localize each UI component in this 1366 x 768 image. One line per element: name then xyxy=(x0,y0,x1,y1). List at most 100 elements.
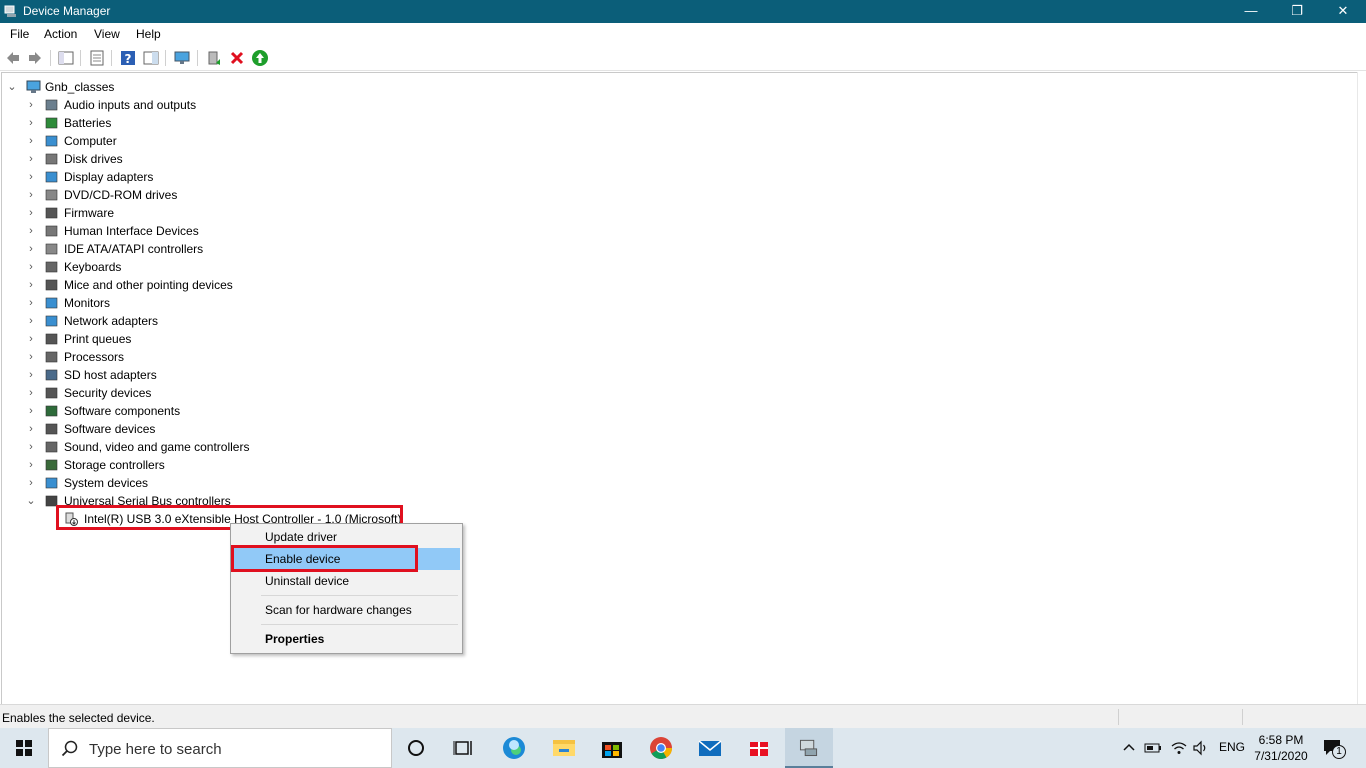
chevron-right-icon[interactable]: › xyxy=(26,456,36,474)
properties-menu-item[interactable]: Properties xyxy=(233,628,460,650)
taskbar-search-box[interactable]: Type here to search xyxy=(48,728,392,768)
disk-drive-icon xyxy=(45,153,58,165)
chevron-right-icon[interactable]: › xyxy=(26,384,36,402)
speaker-icon xyxy=(45,99,58,111)
cortana-icon[interactable] xyxy=(392,728,440,768)
chevron-right-icon[interactable]: › xyxy=(26,420,36,438)
menu-file[interactable]: File xyxy=(10,27,29,41)
maximize-button[interactable]: ❐ xyxy=(1274,0,1320,23)
chrome-icon[interactable] xyxy=(637,728,685,768)
chevron-right-icon[interactable]: › xyxy=(26,312,36,330)
chevron-right-icon[interactable]: › xyxy=(26,186,36,204)
chevron-down-icon[interactable]: ⌄ xyxy=(7,78,17,96)
task-view-icon[interactable] xyxy=(440,728,488,768)
tree-category-row[interactable]: › Sound, video and game controllers xyxy=(2,438,322,456)
action-pane-icon[interactable] xyxy=(142,49,160,67)
chevron-right-icon[interactable]: › xyxy=(26,276,36,294)
monitor-icon[interactable] xyxy=(173,49,191,67)
chevron-right-icon[interactable]: › xyxy=(26,366,36,384)
chevron-right-icon[interactable]: › xyxy=(26,204,36,222)
close-button[interactable]: ✕ xyxy=(1320,0,1366,23)
tree-category-row[interactable]: › Security devices xyxy=(2,384,322,402)
tree-category-row[interactable]: › Network adapters xyxy=(2,312,322,330)
store-icon[interactable] xyxy=(588,728,636,768)
clock[interactable]: 6:58 PM 7/31/2020 xyxy=(1246,732,1316,764)
chevron-right-icon[interactable]: › xyxy=(26,330,36,348)
tree-category-label: Network adapters xyxy=(64,314,159,328)
tree-category-row[interactable]: › Print queues xyxy=(2,330,322,348)
tree-category-label: Processors xyxy=(64,350,125,364)
processor-icon xyxy=(45,351,58,363)
chevron-right-icon[interactable]: › xyxy=(26,150,36,168)
tree-category-row[interactable]: › Audio inputs and outputs xyxy=(2,96,322,114)
battery-icon[interactable] xyxy=(1144,742,1162,754)
tree-category-row[interactable]: › Monitors xyxy=(2,294,322,312)
chevron-right-icon[interactable]: › xyxy=(26,474,36,492)
device-manager-taskbar-icon[interactable] xyxy=(785,728,833,768)
notification-center-button[interactable]: 1 xyxy=(1322,738,1346,760)
menu-view[interactable]: View xyxy=(94,27,120,41)
tree-category-row[interactable]: › Mice and other pointing devices xyxy=(2,276,322,294)
tree-category-row[interactable]: › Storage controllers xyxy=(2,456,322,474)
tree-category-row[interactable]: › Disk drives xyxy=(2,150,322,168)
chevron-right-icon[interactable]: › xyxy=(26,240,36,258)
scan-hardware-menu-item[interactable]: Scan for hardware changes xyxy=(233,599,460,621)
properties-icon[interactable] xyxy=(88,49,106,67)
chevron-right-icon[interactable]: › xyxy=(26,294,36,312)
gift-icon[interactable] xyxy=(735,728,783,768)
chevron-right-icon[interactable]: › xyxy=(26,114,36,132)
wifi-icon[interactable] xyxy=(1170,740,1188,756)
chevron-right-icon[interactable]: › xyxy=(26,96,36,114)
chevron-right-icon[interactable]: › xyxy=(26,132,36,150)
tree-category-row[interactable]: › Batteries xyxy=(2,114,322,132)
forward-arrow-icon[interactable] xyxy=(26,49,44,67)
chevron-right-icon[interactable]: › xyxy=(26,168,36,186)
computer-icon xyxy=(45,135,58,147)
language-indicator[interactable]: ENG xyxy=(1219,740,1245,756)
chevron-right-icon[interactable]: › xyxy=(26,348,36,366)
file-explorer-icon[interactable] xyxy=(540,728,588,768)
windows-start-icon[interactable] xyxy=(0,728,48,768)
tree-category-row[interactable]: › Firmware xyxy=(2,204,322,222)
tree-category-row[interactable]: › Processors xyxy=(2,348,322,366)
menu-action[interactable]: Action xyxy=(44,27,77,41)
show-hide-tree-icon[interactable] xyxy=(57,49,75,67)
tree-category-row[interactable]: › Computer xyxy=(2,132,322,150)
chevron-right-icon[interactable]: › xyxy=(26,258,36,276)
tree-root[interactable]: ⌄ Gnb_classes xyxy=(2,78,202,96)
back-arrow-icon[interactable] xyxy=(4,49,22,67)
chevron-down-icon[interactable]: ⌄ xyxy=(26,492,36,510)
edge-icon[interactable] xyxy=(490,728,538,768)
enable-device-icon[interactable] xyxy=(251,49,269,67)
toolbar-separator xyxy=(165,50,166,66)
tree-category-row[interactable]: › Keyboards xyxy=(2,258,322,276)
chevron-right-icon[interactable]: › xyxy=(26,222,36,240)
chevron-right-icon[interactable]: › xyxy=(26,402,36,420)
tree-category-row[interactable]: › Human Interface Devices xyxy=(2,222,322,240)
tree-category-row[interactable]: › SD host adapters xyxy=(2,366,322,384)
search-placeholder: Type here to search xyxy=(89,741,222,758)
update-driver-icon[interactable] xyxy=(205,49,223,67)
tree-category-label: Mice and other pointing devices xyxy=(64,278,233,292)
tree-category-label: Print queues xyxy=(64,332,132,346)
menu-help[interactable]: Help xyxy=(136,27,161,41)
tree-category-row[interactable]: › Display adapters xyxy=(2,168,322,186)
volume-icon[interactable] xyxy=(1192,740,1210,756)
tree-category-row[interactable]: › Software devices xyxy=(2,420,322,438)
help-icon[interactable]: ? xyxy=(119,49,137,67)
minimize-button[interactable]: — xyxy=(1228,0,1274,23)
uninstall-icon[interactable] xyxy=(228,49,246,67)
uninstall-device-menu-item[interactable]: Uninstall device xyxy=(233,570,460,592)
taskbar: Type here to search ENG 6:58 PM 7/31/202… xyxy=(0,728,1366,768)
tree-category-row[interactable]: › IDE ATA/ATAPI controllers xyxy=(2,240,322,258)
tree-category-label: Human Interface Devices xyxy=(64,224,199,238)
mail-icon[interactable] xyxy=(686,728,734,768)
tree-category-label: Firmware xyxy=(64,206,114,220)
show-hidden-icons[interactable] xyxy=(1120,728,1138,768)
network-adapter-icon xyxy=(45,315,58,327)
chevron-right-icon[interactable]: › xyxy=(26,438,36,456)
tree-category-row[interactable]: › DVD/CD-ROM drives xyxy=(2,186,322,204)
vertical-scrollbar[interactable] xyxy=(1357,72,1366,704)
tree-category-row[interactable]: › Software components xyxy=(2,402,322,420)
tree-category-row[interactable]: › System devices xyxy=(2,474,322,492)
